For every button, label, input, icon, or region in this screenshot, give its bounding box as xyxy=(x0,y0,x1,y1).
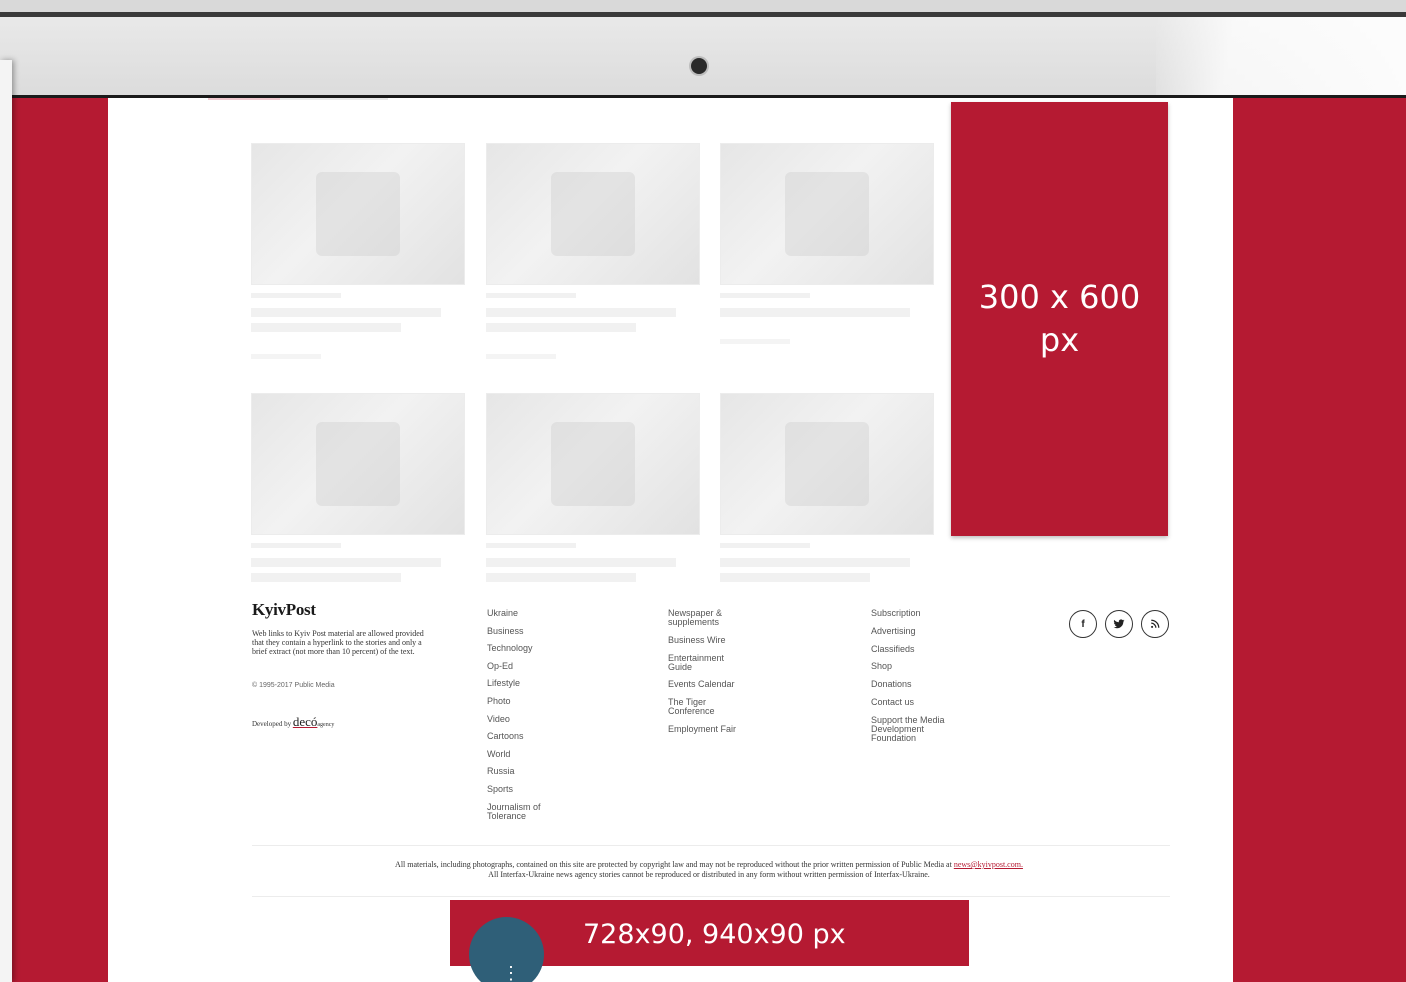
bezel-shine xyxy=(1156,17,1406,95)
article-thumbnail[interactable] xyxy=(486,143,700,285)
article-title[interactable] xyxy=(486,558,676,567)
footer-link-photo[interactable]: Photo xyxy=(487,696,567,706)
footer-link-events-calendar[interactable]: Events Calendar xyxy=(668,680,748,689)
footer-services-column: Newspaper & supplements Business Wire En… xyxy=(668,609,748,734)
article-author xyxy=(486,354,556,359)
footer-link-cartoons[interactable]: Cartoons xyxy=(487,732,567,741)
article-card[interactable] xyxy=(720,393,934,582)
article-date xyxy=(486,543,576,548)
article-thumbnail[interactable] xyxy=(251,143,465,285)
footer-divider xyxy=(252,896,1170,897)
laptop-bezel xyxy=(0,0,1406,98)
footer-link-donations[interactable]: Donations xyxy=(871,680,951,689)
banner-ad-size-label: 728x90, 940x90 px xyxy=(583,919,846,950)
article-title[interactable] xyxy=(251,308,441,317)
article-author xyxy=(251,354,321,359)
legal-email-link[interactable]: news@kyivpost.com. xyxy=(954,860,1023,869)
footer-link-world[interactable]: World xyxy=(487,749,567,759)
legal-line-2: All Interfax-Ukraine news agency stories… xyxy=(488,870,930,879)
footer-link-business-wire[interactable]: Business Wire xyxy=(668,635,748,645)
left-background-band xyxy=(12,98,108,982)
article-thumbnail[interactable] xyxy=(251,393,465,535)
footer-link-contact-us[interactable]: Contact us xyxy=(871,697,951,707)
footer-link-russia[interactable]: Russia xyxy=(487,767,567,776)
rss-icon[interactable] xyxy=(1141,610,1169,638)
article-card[interactable] xyxy=(251,393,465,582)
article-title[interactable] xyxy=(251,558,441,567)
legal-line-1: All materials, including photographs, co… xyxy=(252,860,1166,870)
article-card[interactable] xyxy=(486,393,700,582)
article-date xyxy=(251,293,341,298)
article-title[interactable] xyxy=(720,558,910,567)
footer-link-op-ed[interactable]: Op-Ed xyxy=(487,661,567,671)
article-date xyxy=(720,543,810,548)
article-author xyxy=(720,339,790,344)
sidebar-ad-size-label: 300 x 600 px xyxy=(978,278,1141,359)
footer-link-sports[interactable]: Sports xyxy=(487,784,567,794)
footer-sections-column: Ukraine Business Technology Op-Ed Lifest… xyxy=(487,609,567,829)
article-title[interactable] xyxy=(486,573,636,582)
developer-credit[interactable]: Developed by decóagency xyxy=(252,714,334,730)
footer-link-employment-fair[interactable]: Employment Fair xyxy=(668,724,748,734)
footer-divider xyxy=(252,845,1170,846)
article-thumbnail[interactable] xyxy=(720,393,934,535)
footer-link-support-mdf[interactable]: Support the Media Development Foundation xyxy=(871,715,951,743)
legal-text: All materials, including photographs, co… xyxy=(395,860,952,869)
article-title[interactable] xyxy=(251,573,401,582)
article-card[interactable] xyxy=(251,143,465,359)
twitter-icon[interactable] xyxy=(1105,610,1133,638)
article-card[interactable] xyxy=(486,143,700,359)
legal-notice: All materials, including photographs, co… xyxy=(252,860,1166,880)
developer-logo[interactable]: decó xyxy=(293,714,318,729)
footer-logo[interactable]: KyivPost xyxy=(252,600,316,620)
footer-link-entertainment-guide[interactable]: Entertainment Guide xyxy=(668,653,748,672)
footer-disclaimer: Web links to Kyiv Post material are allo… xyxy=(252,629,424,656)
developer-credit-prefix: Developed by xyxy=(252,720,292,728)
scroll-indicator-button[interactable]: ⋮ xyxy=(469,917,544,982)
footer-link-newspaper[interactable]: Newspaper & supplements xyxy=(668,609,748,627)
footer-link-video[interactable]: Video xyxy=(487,714,567,724)
footer-link-business[interactable]: Business xyxy=(487,626,567,636)
footer-link-lifestyle[interactable]: Lifestyle xyxy=(487,679,567,688)
browser-screen xyxy=(10,98,1406,982)
footer-link-shop[interactable]: Shop xyxy=(871,662,951,671)
article-title[interactable] xyxy=(720,308,910,317)
article-card[interactable] xyxy=(720,143,934,344)
article-thumbnail[interactable] xyxy=(720,143,934,285)
article-date xyxy=(251,543,341,548)
more-dots-icon: ⋮ xyxy=(502,963,520,982)
article-thumbnail[interactable] xyxy=(486,393,700,535)
facebook-icon[interactable]: f xyxy=(1069,610,1097,638)
article-title[interactable] xyxy=(251,323,401,332)
footer-link-subscription[interactable]: Subscription xyxy=(871,609,951,618)
right-background-band xyxy=(1233,98,1406,982)
article-date xyxy=(486,293,576,298)
article-title[interactable] xyxy=(720,573,870,582)
footer-link-technology[interactable]: Technology xyxy=(487,644,567,653)
footer-link-tiger-conference[interactable]: The Tiger Conference xyxy=(668,698,748,716)
rss-glyph xyxy=(1151,619,1160,628)
footer-company-column: Subscription Advertising Classifieds Sho… xyxy=(871,609,951,743)
footer-copyright: © 1995-2017 Public Media xyxy=(252,682,335,689)
footer-link-journalism-of-tolerance[interactable]: Journalism of Tolerance xyxy=(487,802,567,821)
laptop-left-edge xyxy=(0,60,12,982)
developer-suffix: agency xyxy=(317,722,335,728)
twitter-bird-glyph xyxy=(1113,619,1125,629)
article-date xyxy=(720,293,810,298)
footer-link-ukraine[interactable]: Ukraine xyxy=(487,609,567,618)
webcam-icon xyxy=(691,58,707,74)
article-title[interactable] xyxy=(486,323,636,332)
article-title[interactable] xyxy=(486,308,676,317)
footer-link-advertising[interactable]: Advertising xyxy=(871,626,951,636)
section-accent-line xyxy=(208,98,280,100)
sidebar-ad-placeholder[interactable]: 300 x 600 px xyxy=(951,102,1168,536)
footer-link-classifieds[interactable]: Classifieds xyxy=(871,644,951,654)
